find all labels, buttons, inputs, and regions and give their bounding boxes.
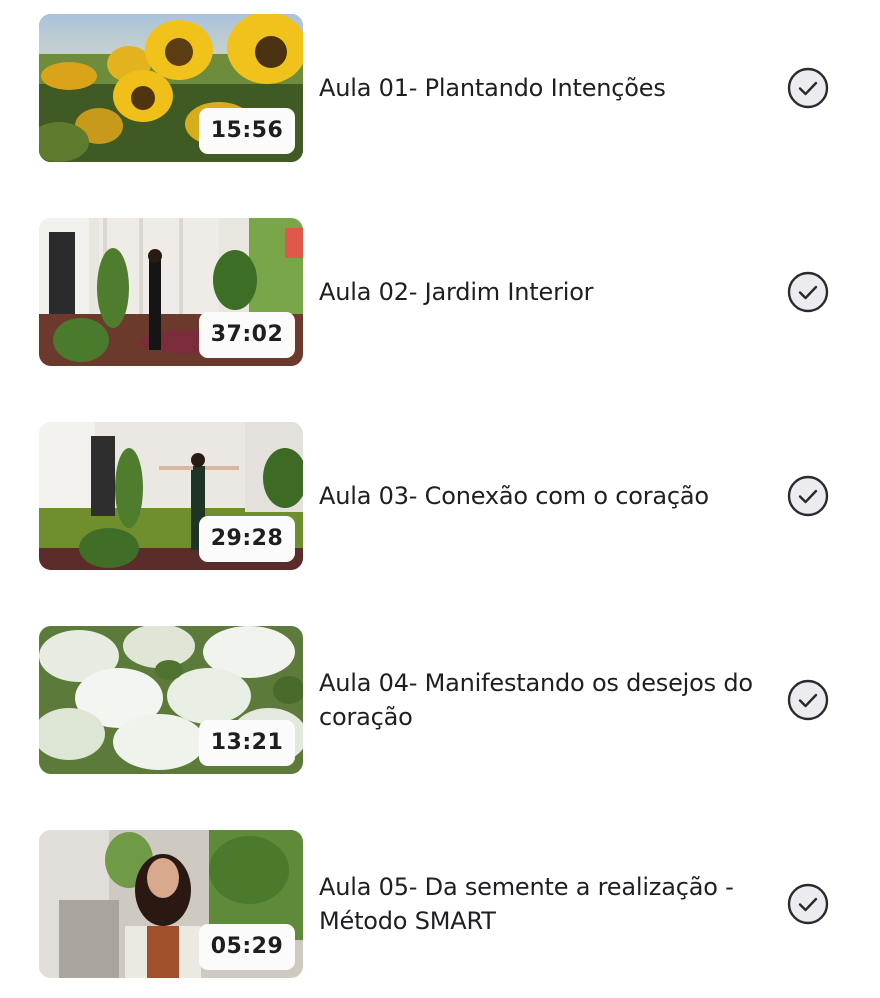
duration-badge: 05:29 bbox=[199, 924, 295, 970]
lesson-item[interactable]: 05:29 Aula 05- Da semente a realização -… bbox=[0, 830, 880, 978]
lesson-item[interactable]: 13:21 Aula 04- Manifestando os desejos d… bbox=[0, 626, 880, 774]
lesson-thumbnail[interactable]: 29:28 bbox=[39, 422, 303, 570]
lesson-title[interactable]: Aula 04- Manifestando os desejos do cora… bbox=[319, 626, 769, 774]
lesson-thumbnail[interactable]: 37:02 bbox=[39, 218, 303, 366]
lesson-item[interactable]: 15:56 Aula 01- Plantando Intenções bbox=[0, 14, 880, 162]
lesson-thumbnail[interactable]: 13:21 bbox=[39, 626, 303, 774]
lesson-title[interactable]: Aula 03- Conexão com o coração bbox=[319, 422, 769, 570]
check-circle-icon[interactable] bbox=[787, 883, 829, 925]
lesson-thumbnail[interactable]: 15:56 bbox=[39, 14, 303, 162]
check-circle-icon[interactable] bbox=[787, 271, 829, 313]
lesson-thumbnail[interactable]: 05:29 bbox=[39, 830, 303, 978]
check-circle-icon[interactable] bbox=[787, 679, 829, 721]
duration-badge: 13:21 bbox=[199, 720, 295, 766]
duration-badge: 29:28 bbox=[199, 516, 295, 562]
check-circle-icon[interactable] bbox=[787, 475, 829, 517]
check-circle-icon[interactable] bbox=[787, 67, 829, 109]
lesson-title[interactable]: Aula 01- Plantando Intenções bbox=[319, 14, 769, 162]
lesson-item[interactable]: 37:02 Aula 02- Jardim Interior bbox=[0, 218, 880, 366]
lesson-item[interactable]: 29:28 Aula 03- Conexão com o coração bbox=[0, 422, 880, 570]
duration-badge: 37:02 bbox=[199, 312, 295, 358]
lesson-title[interactable]: Aula 05- Da semente a realização - Métod… bbox=[319, 830, 769, 978]
lesson-title[interactable]: Aula 02- Jardim Interior bbox=[319, 218, 769, 366]
duration-badge: 15:56 bbox=[199, 108, 295, 154]
